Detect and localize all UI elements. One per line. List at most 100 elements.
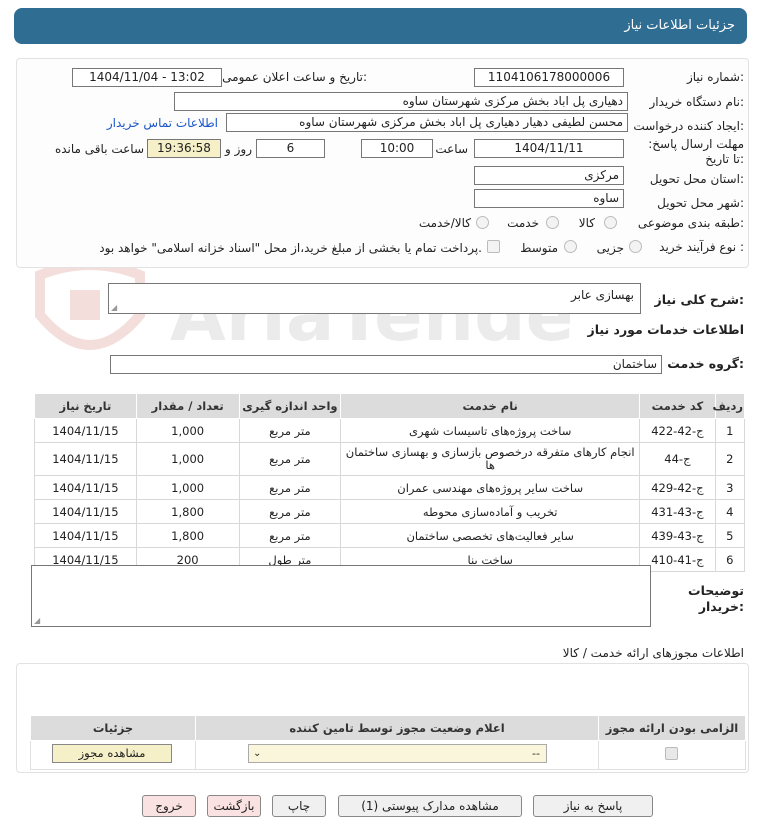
cell-need-date: 1404/11/15 <box>34 442 137 476</box>
table-row: 3 ج-42-429 ساخت سایر پروژه‌های مهندسی عم… <box>34 475 746 500</box>
buyer-notes-label: توضیحات خریدار: <box>688 583 744 614</box>
process-radio-medium[interactable] <box>564 240 577 253</box>
cell-quantity: 1,800 <box>135 523 240 548</box>
announce-label: تاریخ و ساعت اعلان عمومی: <box>222 70 367 84</box>
cell-service-code: ج-43-431 <box>639 499 716 524</box>
deadline-time-field: 10:00 <box>361 139 433 158</box>
cell-quantity: 1,000 <box>135 418 240 443</box>
col-license-status: اعلام وضعیت مجوز توسط تامین کننده <box>195 715 599 741</box>
table-row: -- ⌄ مشاهده مجوز <box>30 740 746 770</box>
treasury-payment-checkbox[interactable] <box>487 240 500 253</box>
province-field: مرکزی <box>474 166 624 185</box>
cell-service-code: ج-44 <box>639 442 716 476</box>
cell-service-name: ساخت سایر پروژه‌های مهندسی عمران <box>340 475 641 500</box>
announce-datetime-field: 1404/11/04 - 13:02 <box>72 68 222 87</box>
cell-license-details: مشاهده مجوز <box>30 740 196 770</box>
deadline-time-label: ساعت <box>435 142 468 156</box>
licenses-title: اطلاعات مجوزهای ارائه خدمت / کالا <box>562 646 744 660</box>
cell-quantity: 1,800 <box>135 499 240 524</box>
service-group-field: ساختمان <box>110 355 662 374</box>
col-unit: واحد اندازه گیری <box>238 393 342 419</box>
services-table: ردیف کد خدمت نام خدمت واحد اندازه گیری ت… <box>34 393 746 572</box>
cell-row-number: 3 <box>714 475 746 500</box>
remaining-time-label: ساعت باقی مانده <box>54 142 144 156</box>
license-status-value: -- <box>532 747 540 760</box>
col-license-required: الزامی بودن ارائه مجوز <box>598 715 746 741</box>
cell-row-number: 1 <box>714 418 746 443</box>
page-title: جزئیات اطلاعات نیاز <box>624 18 735 33</box>
chevron-down-icon: ⌄ <box>253 748 262 759</box>
description-text: بهسازی عابر <box>570 288 634 302</box>
process-radio-minor[interactable] <box>629 240 642 253</box>
creator-field: محسن لطیفی دهیار دهیاری پل اباد بخش مرکز… <box>226 113 628 132</box>
cell-need-date: 1404/11/15 <box>34 475 137 500</box>
contact-buyer-link[interactable]: اطلاعات تماس خریدار <box>107 116 218 130</box>
exit-button[interactable]: خروج <box>142 795 196 817</box>
deadline-label: مهلت ارسال پاسخ: تا تاریخ: <box>648 137 744 166</box>
description-textarea[interactable]: بهسازی عابر ◢ <box>108 283 641 314</box>
cell-row-number: 4 <box>714 499 746 524</box>
cell-need-date: 1404/11/15 <box>34 418 137 443</box>
remaining-time-field: 19:36:58 <box>147 139 221 158</box>
cell-service-name: ساخت پروژه‌های تاسیسات شهری <box>340 418 641 443</box>
license-status-select[interactable]: -- ⌄ <box>248 744 547 763</box>
cell-service-name: تخریب و آماده‌سازی محوطه <box>340 499 641 524</box>
cell-unit: متر مربع <box>238 523 342 548</box>
days-field: 6 <box>256 139 325 158</box>
cell-service-code: ج-43-439 <box>639 523 716 548</box>
deadline-date-field: 1404/11/11 <box>474 139 624 158</box>
cell-row-number: 6 <box>714 547 746 572</box>
col-license-details: جزئیات <box>30 715 196 741</box>
view-license-button[interactable]: مشاهده مجوز <box>52 744 172 763</box>
resize-handle-icon[interactable]: ◢ <box>111 303 117 312</box>
licenses-table: الزامی بودن ارائه مجوز اعلام وضعیت مجوز … <box>30 715 746 770</box>
buyer-notes-textarea[interactable]: ◢ <box>31 565 651 627</box>
back-button[interactable]: بازگشت <box>207 795 261 817</box>
resize-handle-icon[interactable]: ◢ <box>34 616 40 625</box>
description-label: شرح کلی نیاز: <box>654 292 745 307</box>
cell-license-required <box>598 740 746 770</box>
buyer-org-field: دهیاری پل اباد بخش مرکزی شهرستان ساوه <box>174 92 628 111</box>
cell-unit: متر مربع <box>238 475 342 500</box>
need-number-field: 1104106178000006 <box>474 68 624 87</box>
category-radio-goods-service[interactable] <box>476 216 489 229</box>
cell-quantity: 1,000 <box>135 442 240 476</box>
process-label: نوع فرآیند خرید : <box>659 240 744 254</box>
category-radio-service[interactable] <box>546 216 559 229</box>
category-option-goods: کالا <box>578 216 595 230</box>
cell-license-status: -- ⌄ <box>195 740 599 770</box>
license-required-checkbox <box>665 747 678 760</box>
cell-need-date: 1404/11/15 <box>34 523 137 548</box>
attachments-button[interactable]: مشاهده مدارک پیوستی (1) <box>338 795 522 817</box>
col-service-code: کد خدمت <box>639 393 716 419</box>
cell-service-code: ج-42-429 <box>639 475 716 500</box>
city-field: ساوه <box>474 189 624 208</box>
table-row: 4 ج-43-431 تخریب و آماده‌سازی محوطه متر … <box>34 499 746 524</box>
cell-unit: متر مربع <box>238 442 342 476</box>
service-group-label: گروه خدمت: <box>667 356 744 371</box>
category-option-service: خدمت <box>507 216 539 230</box>
table-row: 1 ج-42-422 ساخت پروژه‌های تاسیسات شهری م… <box>34 418 746 443</box>
category-label: طبقه بندی موضوعی: <box>637 216 744 230</box>
cell-service-name: انجام کارهای متفرقه درخصوص بازسازی و بهس… <box>340 442 641 476</box>
services-info-title: اطلاعات خدمات مورد نیاز <box>587 322 745 337</box>
cell-service-name: سایر فعالیت‌های تخصصی ساختمان <box>340 523 641 548</box>
reply-button[interactable]: پاسخ به نیاز <box>533 795 653 817</box>
cell-unit: متر مربع <box>238 499 342 524</box>
days-label: روز و <box>225 142 252 156</box>
col-quantity: تعداد / مقدار <box>135 393 240 419</box>
city-label: شهر محل تحویل: <box>657 196 744 210</box>
category-radio-goods[interactable] <box>604 216 617 229</box>
cell-need-date: 1404/11/15 <box>34 499 137 524</box>
print-button[interactable]: چاپ <box>272 795 326 817</box>
province-label: استان محل تحویل: <box>649 172 744 186</box>
category-option-goods-service: کالا/خدمت <box>418 216 471 230</box>
col-row-number: ردیف <box>712 393 746 419</box>
buyer-org-label: نام دستگاه خریدار: <box>649 95 745 109</box>
treasury-payment-note: پرداخت تمام یا بخشی از مبلغ خرید،از محل … <box>99 241 482 255</box>
process-option-minor: جزیی <box>596 241 624 255</box>
table-row: 2 ج-44 انجام کارهای متفرقه درخصوص بازساز… <box>34 442 746 476</box>
cell-quantity: 1,000 <box>135 475 240 500</box>
col-service-name: نام خدمت <box>340 393 641 419</box>
page-header: جزئیات اطلاعات نیاز <box>14 8 747 44</box>
